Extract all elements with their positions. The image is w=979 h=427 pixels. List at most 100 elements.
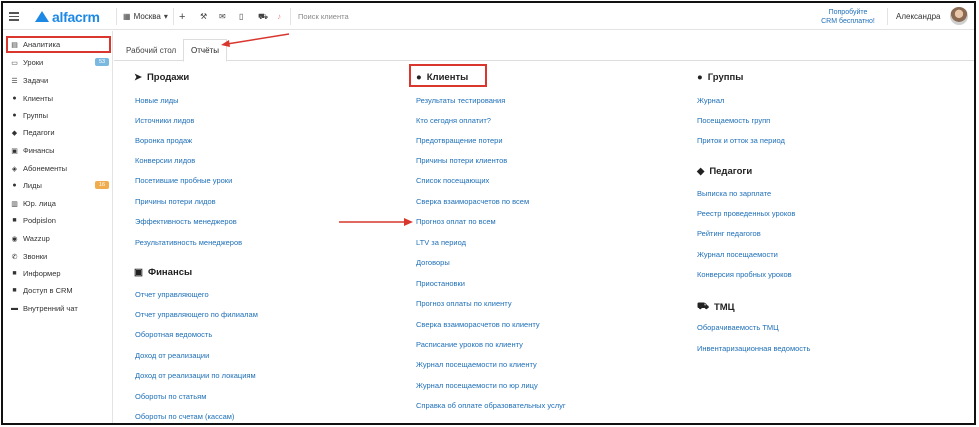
- sidebar-item-finance[interactable]: ▣ Финансы: [3, 143, 113, 158]
- try-crm-link[interactable]: Попробуйте CRM бесплатно!: [817, 3, 879, 30]
- report-link[interactable]: Реестр проведенных уроков: [697, 209, 795, 218]
- section-title-label: Клиенты: [426, 72, 469, 83]
- city-select[interactable]: ▦ Москва ▾: [123, 3, 168, 30]
- report-link[interactable]: Расписание уроков по клиенту: [416, 340, 523, 349]
- report-link[interactable]: Новые лиды: [135, 96, 179, 105]
- report-link[interactable]: Результативность менеджеров: [135, 238, 242, 247]
- report-link[interactable]: Причины потери лидов: [135, 197, 216, 206]
- report-link[interactable]: Приток и отток за период: [697, 136, 785, 145]
- section-title-finance: ▣ Финансы: [134, 267, 192, 278]
- sidebar-item-crm-access[interactable]: ■ Доступ в CRM: [3, 283, 113, 298]
- divider: [116, 8, 117, 25]
- search-input[interactable]: Поиск клиента: [298, 3, 349, 30]
- report-link[interactable]: Обороты по статьям: [135, 392, 206, 401]
- sidebar: ▤ Аналитика ▭ Уроки 53 ☰ Задачи ● Клиент…: [3, 31, 113, 423]
- report-link[interactable]: Оборачиваемость ТМЦ: [697, 323, 779, 332]
- report-link[interactable]: Результаты тестирования: [416, 96, 505, 105]
- report-link[interactable]: Инвентаризационная ведомость: [697, 344, 810, 353]
- menu-icon[interactable]: [7, 3, 21, 30]
- avatar[interactable]: [950, 7, 968, 25]
- lock-icon: ■: [12, 287, 17, 294]
- report-link[interactable]: Договоры: [416, 258, 450, 267]
- report-link[interactable]: Прогноз оплат по всем: [416, 217, 496, 226]
- sidebar-item-calls[interactable]: ✆ Звонки: [3, 249, 113, 264]
- report-link[interactable]: Оборотная ведомость: [135, 330, 212, 339]
- report-link[interactable]: Конверсии лидов: [135, 156, 195, 165]
- mail-icon[interactable]: ✉: [219, 3, 226, 30]
- report-link[interactable]: Сверка взаиморасчетов по клиенту: [416, 320, 540, 329]
- sidebar-item-label: Финансы: [23, 146, 55, 155]
- sidebar-item-label: Группы: [23, 111, 48, 120]
- report-link[interactable]: Список посещающих: [416, 176, 489, 185]
- sidebar-item-groups[interactable]: ● Группы: [3, 108, 113, 123]
- wrench-icon[interactable]: ⚒: [200, 3, 207, 30]
- annotation-arrow-link: [339, 218, 413, 226]
- report-link[interactable]: Журнал посещаемости по клиенту: [416, 360, 537, 369]
- report-link[interactable]: Посещаемость групп: [697, 116, 770, 125]
- report-link[interactable]: Конверсия пробных уроков: [697, 270, 792, 279]
- report-link[interactable]: Причины потери клиентов: [416, 156, 507, 165]
- report-link[interactable]: Прогноз оплаты по клиенту: [416, 299, 512, 308]
- report-link[interactable]: Отчет управляющего: [135, 290, 209, 299]
- report-link[interactable]: Посетившие пробные уроки: [135, 176, 232, 185]
- report-link[interactable]: Сверка взаиморасчетов по всем: [416, 197, 529, 206]
- report-link[interactable]: Кто сегодня оплатит?: [416, 116, 491, 125]
- sidebar-item-lessons[interactable]: ▭ Уроки 53: [3, 55, 113, 70]
- report-link[interactable]: Обороты по счетам (кассам): [135, 412, 234, 421]
- report-link[interactable]: Отчет управляющего по филиалам: [135, 310, 258, 319]
- sidebar-item-analytics[interactable]: ▤ Аналитика: [3, 37, 113, 52]
- report-link[interactable]: Эффективность менеджеров: [135, 217, 237, 226]
- leads-count-badge: 16: [95, 181, 109, 189]
- report-link[interactable]: Журнал посещаемости: [697, 250, 778, 259]
- report-link[interactable]: Приостановки: [416, 279, 465, 288]
- sidebar-item-label: Уроки: [23, 58, 44, 67]
- user-icon: ●: [12, 95, 17, 102]
- sidebar-item-label: Юр. лица: [23, 199, 56, 208]
- sidebar-item-wazzup[interactable]: ◉ Wazzup: [3, 231, 113, 246]
- bell-icon[interactable]: ♪: [277, 3, 281, 30]
- sidebar-item-label: Абонементы: [23, 164, 68, 173]
- sidebar-item-label: Podpislon: [23, 216, 56, 225]
- report-link[interactable]: Воронка продаж: [135, 136, 192, 145]
- cart-icon[interactable]: ⛟: [258, 3, 268, 30]
- plus-icon[interactable]: +: [179, 3, 185, 30]
- sidebar-item-teachers[interactable]: ◆ Педагоги: [3, 125, 113, 140]
- sidebar-item-label: Доступ в CRM: [23, 286, 73, 295]
- building-icon: ▦: [123, 12, 131, 21]
- tasks-icon: ☰: [11, 77, 18, 85]
- report-link[interactable]: Журнал: [697, 96, 724, 105]
- report-link[interactable]: Предотвращение потери: [416, 136, 503, 145]
- sidebar-item-informer[interactable]: ■ Информер: [3, 266, 113, 281]
- section-title-clients: ● Клиенты: [416, 72, 468, 83]
- sidebar-item-legal-entities[interactable]: ▥ Юр. лица: [3, 196, 113, 211]
- chat-icon: ▬: [11, 305, 18, 312]
- divider: [173, 8, 174, 25]
- sidebar-item-podpislon[interactable]: ■ Podpislon: [3, 213, 113, 228]
- sidebar-item-internal-chat[interactable]: ▬ Внутренний чат: [3, 301, 113, 316]
- report-link[interactable]: Источники лидов: [135, 116, 194, 125]
- sidebar-item-label: Клиенты: [23, 94, 54, 103]
- annotation-arrow-tab: [221, 33, 290, 47]
- report-link[interactable]: LTV за период: [416, 238, 466, 247]
- try-line1: Попробуйте: [828, 8, 868, 16]
- sidebar-item-subscriptions[interactable]: ◈ Абонементы: [3, 161, 113, 176]
- report-link[interactable]: Доход от реализации по локациям: [135, 371, 256, 380]
- logo[interactable]: alfacrm: [35, 3, 100, 30]
- sidebar-item-clients[interactable]: ● Клиенты: [3, 91, 113, 106]
- whatsapp-icon: ◉: [11, 235, 18, 243]
- report-link[interactable]: Справка об оплате образовательных услуг: [416, 401, 566, 410]
- city-label: Москва: [133, 12, 161, 21]
- tab-desktop[interactable]: Рабочий стол: [126, 39, 176, 61]
- sidebar-item-tasks[interactable]: ☰ Задачи: [3, 73, 113, 88]
- user-name[interactable]: Александра: [896, 3, 940, 30]
- sidebar-item-leads[interactable]: ● Лиды 16: [3, 178, 113, 193]
- section-title-label: Финансы: [147, 267, 193, 278]
- graduation-cap-icon: ◆: [697, 166, 705, 177]
- report-link[interactable]: Доход от реализации: [135, 351, 209, 360]
- logo-text: alfacrm: [52, 8, 100, 25]
- sidebar-item-label: Звонки: [23, 252, 48, 261]
- report-link[interactable]: Рейтинг педагогов: [697, 229, 761, 238]
- mobile-icon[interactable]: ▯: [239, 3, 243, 30]
- report-link[interactable]: Выписка по зарплате: [697, 189, 771, 198]
- report-link[interactable]: Журнал посещаемости по юр лицу: [416, 381, 538, 390]
